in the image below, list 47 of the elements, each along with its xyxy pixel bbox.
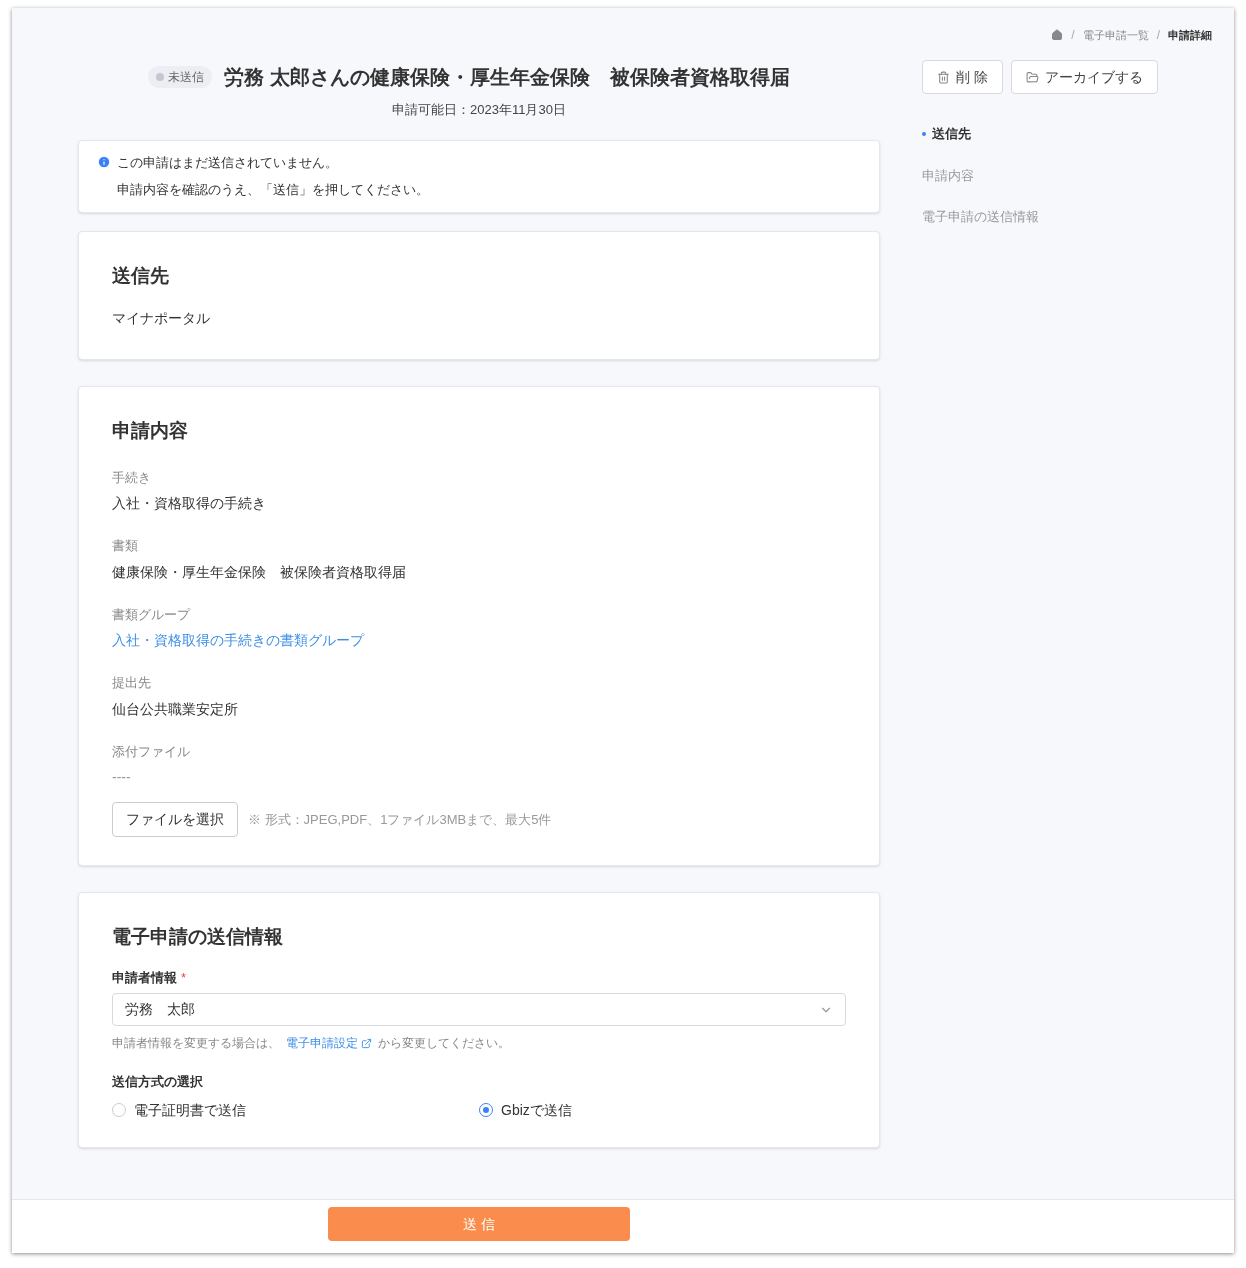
section-heading: 電子申請の送信情報: [112, 925, 284, 949]
breadcrumb-separator: /: [1071, 27, 1075, 44]
settings-link[interactable]: 電子申請設定: [286, 1034, 358, 1052]
field-label: 申請者情報: [112, 968, 177, 987]
toc-link[interactable]: 申請内容: [922, 165, 1212, 185]
field-label: 書類: [112, 537, 139, 555]
radio-button[interactable]: [479, 1103, 493, 1117]
notice-text: 申請内容を確認のうえ、「送信」を押してください。: [116, 181, 430, 199]
delete-button[interactable]: 削 除: [922, 60, 1003, 94]
document-group-link[interactable]: 入社・資格取得の手続きの書類グループ: [112, 630, 846, 651]
field-value: ----: [112, 768, 132, 787]
field-value: 健康保険・厚生年金保険 被保険者資格取得届: [112, 562, 407, 582]
section-heading: 申請内容: [112, 419, 189, 443]
field-value: 仙台公共職業安定所: [112, 699, 239, 719]
help-text: から変更してください。: [378, 1035, 510, 1052]
applicant-select[interactable]: 労務 太郎: [112, 993, 846, 1026]
choose-file-button[interactable]: ファイルを選択: [112, 802, 238, 837]
file-format-hint: ※ 形式：JPEG,PDF、1ファイル3MBまで、最大5件: [248, 810, 552, 829]
breadcrumb-item[interactable]: 電子申請一覧: [1082, 26, 1149, 44]
info-icon: [97, 155, 111, 170]
archive-button[interactable]: アーカイブする: [1010, 60, 1158, 94]
field-label: 添付ファイル: [112, 742, 191, 761]
field-label: 送信方式の選択: [112, 1073, 204, 1091]
radio-label: Gbizで送信: [501, 1100, 572, 1120]
breadcrumb-separator: /: [1156, 27, 1160, 44]
folder-icon: [1025, 70, 1039, 84]
status-badge: 未送信: [148, 66, 213, 88]
external-link-icon: [361, 1037, 372, 1049]
available-date: 申請可能日：2023年11月30日: [391, 101, 567, 119]
toc-link[interactable]: 電子申請の送信情報: [922, 207, 1212, 227]
required-mark: *: [181, 968, 187, 987]
field-label: 提出先: [112, 674, 152, 692]
home-icon[interactable]: [1051, 29, 1064, 41]
field-value: マイナポータル: [112, 309, 211, 328]
submit-button[interactable]: 送 信: [328, 1207, 630, 1241]
trash-icon: [937, 70, 950, 84]
radio-label: 電子証明書で送信: [134, 1100, 246, 1120]
field-value: 入社・資格取得の手続き: [112, 494, 267, 513]
page-title: 労務 太郎さんの健康保険・厚生年金保険 被保険者資格取得届: [224, 65, 790, 90]
field-label: 書類グループ: [112, 605, 192, 624]
radio-button[interactable]: [112, 1103, 126, 1117]
toc-link[interactable]: 送信先: [922, 124, 1212, 144]
notice-text: この申請はまだ送信されていません。: [117, 153, 338, 172]
section-heading: 送信先: [112, 263, 170, 288]
breadcrumb-item: 申請詳細: [1168, 27, 1212, 43]
field-label: 手続き: [112, 468, 152, 487]
help-text: 申請者情報を変更する場合は、: [112, 1035, 280, 1052]
